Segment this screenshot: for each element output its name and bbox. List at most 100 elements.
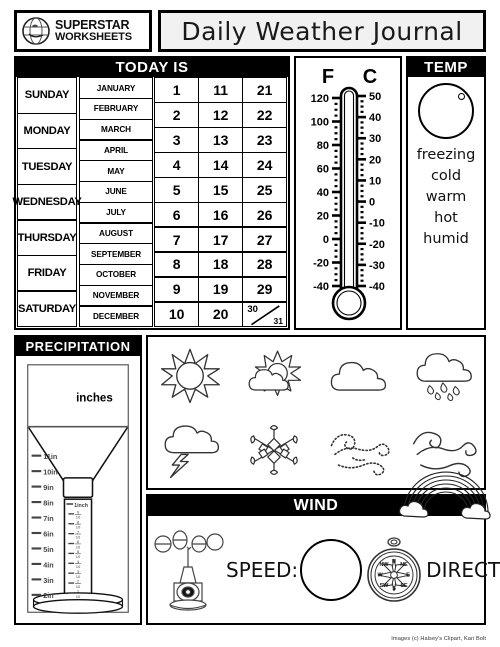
month-cell[interactable]: JULY — [79, 201, 153, 224]
c-tick-label: -10 — [369, 218, 385, 230]
precipitation-caption: PRECIPITATION — [16, 337, 140, 356]
cloudy-icon — [330, 361, 387, 391]
month-cell[interactable]: AUGUST — [79, 222, 153, 244]
date-cell[interactable]: 6 — [154, 201, 199, 228]
dates-column-3: 21 22 23 24 25 26 27 28 29 30 31 — [242, 77, 287, 328]
date-cell[interactable]: 18 — [198, 251, 243, 278]
degree-symbol-icon — [458, 93, 465, 100]
gauge-outer-tick-label: 2in — [43, 591, 53, 600]
rainy-icon — [416, 352, 472, 401]
windy-solid-icon — [412, 432, 477, 478]
worksheet-page: SUPERSTAR WORKSHEETS Daily Weather Journ… — [0, 0, 500, 647]
temperature-value-circle[interactable] — [418, 83, 474, 139]
date-cell[interactable]: 15 — [198, 176, 243, 203]
date-cell[interactable]: 10 — [154, 301, 199, 328]
date-cell[interactable]: 20 — [198, 301, 243, 328]
brand-logo-text: SUPERSTAR WORKSHEETS — [55, 18, 132, 44]
weather-option-rainy[interactable] — [400, 337, 484, 413]
c-tick-label: 30 — [369, 133, 381, 145]
f-tick-label: 20 — [317, 211, 329, 223]
date-cell[interactable]: 5 — [154, 176, 199, 203]
compass-point-e: E — [406, 572, 410, 578]
date-cell[interactable]: 27 — [242, 226, 287, 253]
sunny-icon — [160, 348, 220, 403]
temp-option[interactable]: cold — [431, 168, 461, 184]
month-cell[interactable]: JANUARY — [79, 77, 153, 99]
date-cell[interactable]: 12 — [198, 102, 243, 128]
date-cell[interactable]: 24 — [242, 152, 287, 178]
c-tick-label: 20 — [369, 154, 381, 166]
month-cell[interactable]: JUNE — [79, 181, 153, 203]
windy-dotted-icon — [330, 434, 390, 476]
page-title: Daily Weather Journal — [181, 16, 463, 46]
weather-option-stormy[interactable] — [148, 413, 232, 489]
date-cell[interactable]: 16 — [198, 201, 243, 228]
compass-point-ne: NE — [400, 562, 408, 568]
month-cell[interactable]: FEBRUARY — [79, 98, 153, 120]
c-tick-label: -30 — [369, 260, 385, 272]
weather-option-partly-cloudy[interactable] — [232, 337, 316, 413]
f-tick-label: 120 — [311, 93, 329, 105]
date-cell[interactable]: 2 — [154, 102, 199, 128]
gauge-outer-tick-label: 3in — [43, 576, 53, 585]
weather-option-windy[interactable] — [316, 413, 400, 489]
gauge-outer-tick-label: 7in — [43, 514, 53, 523]
date-cell[interactable]: 13 — [198, 127, 243, 153]
weather-option-breezy[interactable] — [400, 413, 484, 489]
day-cell[interactable]: TUESDAY — [17, 148, 77, 185]
day-cell[interactable]: MONDAY — [17, 112, 77, 150]
gauge-outer-tick-label: 5in — [43, 545, 53, 554]
compass-point-n: N — [392, 559, 396, 565]
weather-option-cloudy[interactable] — [316, 337, 400, 413]
day-cell[interactable]: THURSDAY — [17, 219, 77, 256]
month-cell[interactable]: APRIL — [79, 139, 153, 161]
date-cell[interactable]: 28 — [242, 251, 287, 278]
dates-column-1: 1 2 3 4 5 6 7 8 9 10 — [154, 77, 199, 328]
date-cell[interactable]: 21 — [242, 77, 287, 103]
day-cell[interactable]: SATURDAY — [17, 290, 77, 328]
date-cell[interactable]: 17 — [198, 226, 243, 253]
gauge-outer-tick-label: 4in — [43, 560, 53, 569]
day-cell[interactable]: WEDNESDAY — [13, 183, 82, 221]
date-cell[interactable]: 25 — [242, 176, 287, 203]
compass-point-se: SE — [401, 583, 409, 589]
date-cell[interactable]: 14 — [198, 152, 243, 178]
date-cell[interactable]: 4 — [154, 152, 199, 178]
month-cell[interactable]: MARCH — [79, 118, 153, 141]
thermometer-graphic: F C 120100806040200-20-40 50403020100-10… — [311, 66, 385, 321]
temp-option[interactable]: humid — [423, 231, 469, 247]
precipitation-panel: PRECIPITATION inches 11in 10in 9in 8in 7in 6i… — [14, 335, 142, 625]
month-cell[interactable]: MAY — [79, 160, 153, 182]
gauge-inner-tick-den: 10 — [76, 594, 81, 599]
day-cell[interactable]: SUNDAY — [17, 77, 77, 114]
date-cell[interactable]: 7 — [154, 226, 199, 253]
precipitation-body: inches 11in 10in 9in 8in 7in 6in 5in 4in 3in 2in … — [16, 356, 140, 623]
wind-speed-value-circle[interactable] — [300, 538, 363, 601]
temp-option[interactable]: warm — [426, 189, 467, 205]
today-is-grid: SUNDAY MONDAY TUESDAY WEDNESDAY THURSDAY FRID… — [13, 77, 288, 328]
date-cell-split-30-31[interactable]: 30 31 — [242, 301, 287, 328]
c-tick-label: 0 — [369, 197, 375, 209]
date-cell[interactable]: 19 — [198, 276, 243, 303]
date-cell[interactable]: 1 — [154, 77, 199, 103]
date-cell[interactable]: 26 — [242, 201, 287, 228]
weather-conditions-panel — [146, 335, 486, 490]
weather-option-sunny[interactable] — [148, 337, 232, 413]
gauge-outer-tick-label: 6in — [43, 529, 53, 538]
date-cell[interactable]: 8 — [154, 251, 199, 278]
month-cell[interactable]: NOVEMBER — [79, 284, 153, 307]
temp-option[interactable]: freezing — [417, 147, 476, 163]
date-cell[interactable]: 3 — [154, 127, 199, 153]
date-cell[interactable]: 29 — [242, 276, 287, 303]
month-cell[interactable]: DECEMBER — [79, 305, 153, 327]
temp-option[interactable]: hot — [434, 210, 458, 226]
date-cell[interactable]: 23 — [242, 127, 287, 153]
month-cell[interactable]: SEPTEMBER — [79, 243, 153, 265]
date-cell[interactable]: 22 — [242, 102, 287, 128]
date-cell[interactable]: 9 — [154, 276, 199, 303]
page-header: SUPERSTAR WORKSHEETS Daily Weather Journ… — [14, 10, 486, 52]
weather-option-snowy[interactable] — [232, 413, 316, 489]
day-cell[interactable]: FRIDAY — [17, 255, 77, 292]
date-cell[interactable]: 11 — [198, 77, 243, 103]
month-cell[interactable]: OCTOBER — [79, 264, 153, 286]
